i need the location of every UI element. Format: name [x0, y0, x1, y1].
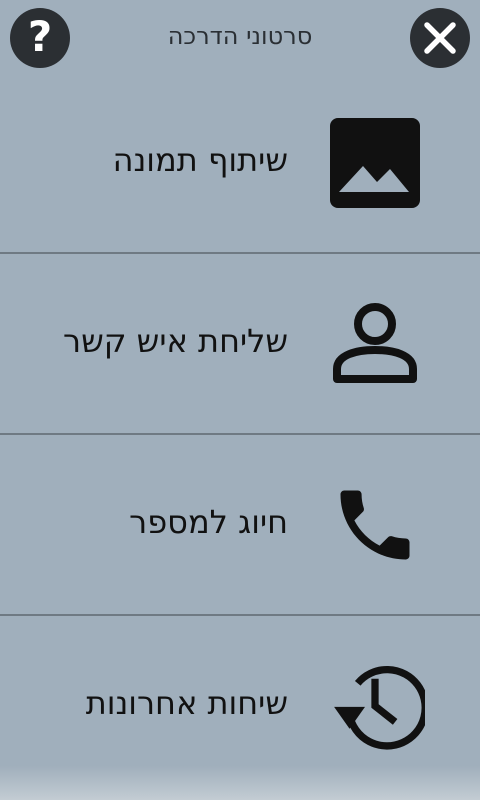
phone-icon — [325, 475, 425, 575]
history-icon — [325, 656, 425, 756]
page-title: סרטוני הדרכה — [167, 22, 313, 50]
list-item-dial-number[interactable]: חיוג למספר — [0, 435, 480, 616]
person-icon — [325, 294, 425, 394]
bottom-fade — [0, 766, 480, 800]
close-icon — [424, 22, 456, 54]
tutorial-list: שיתוף תמונה שליחת איש קשר חיוג למספר שיח… — [0, 73, 480, 797]
list-item-label: שיתוף תמונה — [112, 141, 288, 179]
close-button[interactable] — [410, 8, 470, 68]
image-icon — [325, 113, 425, 213]
tutorial-videos-screen: ? סרטוני הדרכה שיתוף תמונה שליחת איש קשר… — [0, 0, 480, 800]
list-item-label: שליחת איש קשר — [63, 322, 288, 360]
list-item-label: חיוג למספר — [129, 503, 288, 541]
list-item-share-image[interactable]: שיתוף תמונה — [0, 73, 480, 254]
header: ? סרטוני הדרכה — [0, 0, 480, 74]
list-item-send-contact[interactable]: שליחת איש קשר — [0, 254, 480, 435]
list-item-label: שיחות אחרונות — [85, 684, 288, 722]
